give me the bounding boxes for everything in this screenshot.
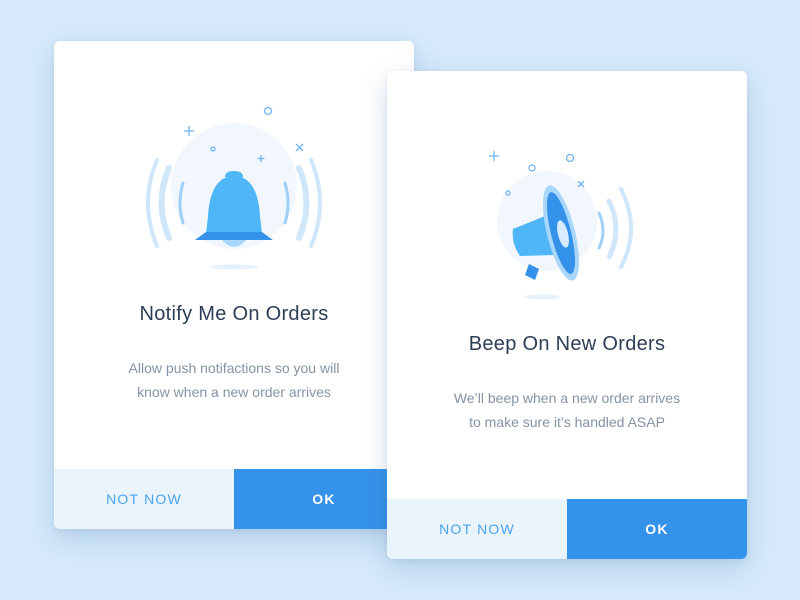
beep-dialog-card: Beep On New Orders We’ll beep when a new… — [387, 71, 747, 559]
dialog-description: We’ll beep when a new order arrives to m… — [453, 390, 681, 430]
not-now-button[interactable]: NOT NOW — [54, 469, 234, 529]
ok-button[interactable]: OK — [567, 499, 747, 559]
dialog-title: Notify Me On Orders — [139, 303, 329, 325]
beep-illustration — [489, 151, 633, 300]
notify-dialog-card: Notify Me On Orders Allow push notifacti… — [54, 41, 414, 529]
dialog-title: Beep On New Orders — [468, 333, 666, 355]
dialog-description: Allow push notifactions so you will know… — [128, 360, 340, 400]
notification-illustration — [146, 106, 322, 270]
not-now-button[interactable]: NOT NOW — [387, 499, 567, 559]
dialog-actions: NOT NOW OK — [54, 469, 414, 529]
dialog-actions: NOT NOW OK — [387, 499, 747, 559]
